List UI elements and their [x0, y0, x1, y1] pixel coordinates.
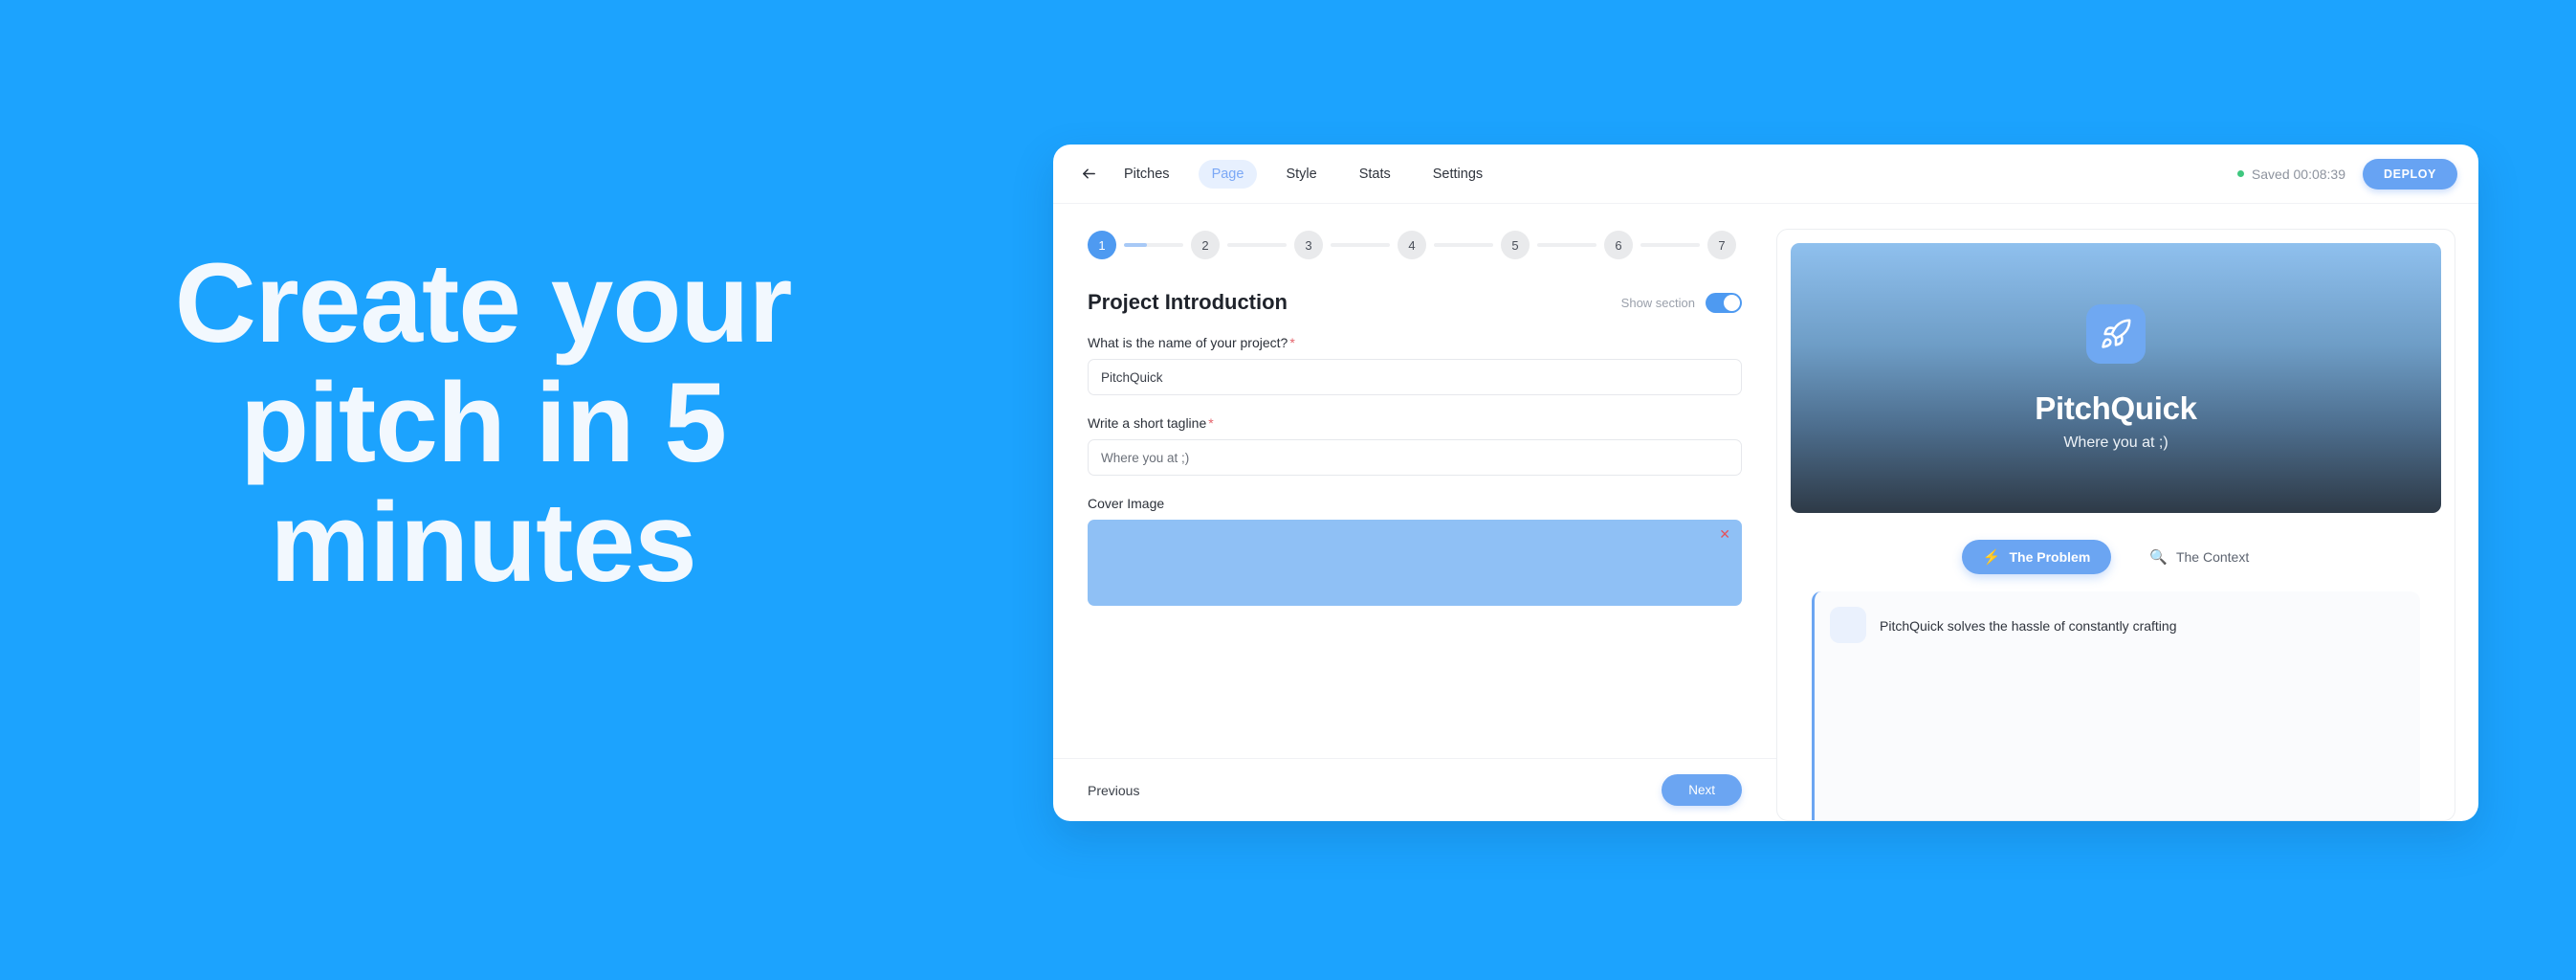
field-project-name: What is the name of your project? *: [1088, 335, 1742, 395]
step-7[interactable]: 7: [1707, 231, 1736, 259]
toggle-knob: [1724, 294, 1740, 311]
preview-body-text: PitchQuick solves the hassle of constant…: [1880, 618, 2177, 634]
saved-status-text: Saved 00:08:39: [2251, 166, 2345, 182]
preview-tagline: Where you at ;): [2063, 434, 2169, 451]
step-6[interactable]: 6: [1604, 231, 1633, 259]
breadcrumb-pitches[interactable]: Pitches: [1111, 160, 1183, 189]
preview-body-card: PitchQuick solves the hassle of constant…: [1812, 591, 2420, 820]
editor-panel: 1 2 3 4 5 6 7 Project Introduction Show …: [1053, 204, 1776, 821]
app-window: Pitches Page Style Stats Settings Saved …: [1053, 145, 2478, 821]
headline-line-3: minutes: [270, 479, 696, 607]
tab-page[interactable]: Page: [1198, 159, 1258, 189]
step-connector-5: [1537, 243, 1596, 247]
tab-style[interactable]: Style: [1272, 160, 1330, 189]
required-asterisk: *: [1289, 335, 1295, 350]
previous-button[interactable]: Previous: [1088, 783, 1139, 798]
field-tagline: Write a short tagline *: [1088, 415, 1742, 476]
required-asterisk: *: [1208, 415, 1214, 431]
saved-status: Saved 00:08:39: [2236, 166, 2345, 182]
editor-footer: Previous Next: [1053, 758, 1776, 821]
field-tagline-label: Write a short tagline *: [1088, 415, 1742, 431]
step-2[interactable]: 2: [1191, 231, 1220, 259]
preview-tab-the-problem[interactable]: ⚡ The Problem: [1961, 540, 2112, 574]
show-section-label: Show section: [1620, 295, 1695, 310]
preview-panel: PitchQuick Where you at ;) ⚡ The Problem…: [1776, 204, 2478, 821]
preview-title: PitchQuick: [2035, 390, 2197, 426]
cover-image-label: Cover Image: [1088, 496, 1165, 511]
headline-line-2: pitch in 5: [240, 360, 727, 487]
step-3[interactable]: 3: [1294, 231, 1323, 259]
field-cover-image: Cover Image ✕: [1088, 496, 1742, 606]
step-connector-1: [1124, 243, 1183, 247]
next-button[interactable]: Next: [1662, 774, 1742, 806]
deploy-button[interactable]: DEPLOY: [2363, 158, 2457, 189]
preview-card: PitchQuick Where you at ;) ⚡ The Problem…: [1776, 229, 2455, 821]
project-name-input[interactable]: [1088, 359, 1742, 395]
field-project-name-label-text: What is the name of your project?: [1088, 335, 1288, 350]
close-x-icon[interactable]: ✕: [1719, 527, 1730, 541]
page-title: Project Introduction: [1088, 290, 1288, 314]
preview-hero: PitchQuick Where you at ;): [1791, 243, 2441, 513]
section-header: Project Introduction Show section: [1088, 290, 1742, 315]
field-project-name-label: What is the name of your project? *: [1088, 335, 1742, 350]
magnifying-glass-icon: 🔍: [2149, 548, 2168, 566]
window-body: 1 2 3 4 5 6 7 Project Introduction Show …: [1053, 204, 2478, 821]
show-section-toggle[interactable]: [1706, 292, 1742, 313]
avatar: [1830, 607, 1866, 643]
step-5[interactable]: 5: [1501, 231, 1530, 259]
step-connector-6: [1640, 243, 1700, 247]
preview-tabs: ⚡ The Problem 🔍 The Context: [1791, 513, 2441, 591]
step-progress: 1 2 3 4 5 6 7: [1088, 231, 1742, 259]
marketing-headline: Create your pitch in 5 minutes: [0, 240, 966, 607]
preview-tab-the-problem-label: The Problem: [2009, 549, 2091, 565]
top-navigation-bar: Pitches Page Style Stats Settings Saved …: [1053, 145, 2478, 204]
saved-status-dot-icon: [2236, 170, 2244, 177]
step-connector-2: [1227, 243, 1287, 247]
editor-scroll-area[interactable]: 1 2 3 4 5 6 7 Project Introduction Show …: [1053, 204, 1776, 758]
step-connector-4: [1434, 243, 1493, 247]
tagline-input[interactable]: [1088, 439, 1742, 476]
headline-line-1: Create your: [174, 240, 793, 367]
tab-settings[interactable]: Settings: [1420, 160, 1496, 189]
preview-tab-the-context[interactable]: 🔍 The Context: [2128, 540, 2270, 574]
tab-stats[interactable]: Stats: [1346, 160, 1404, 189]
field-tagline-label-text: Write a short tagline: [1088, 415, 1207, 431]
step-4[interactable]: 4: [1398, 231, 1426, 259]
step-connector-3: [1331, 243, 1390, 247]
preview-tab-the-context-label: The Context: [2175, 549, 2250, 565]
arrow-left-icon[interactable]: [1076, 162, 1101, 187]
step-1[interactable]: 1: [1088, 231, 1116, 259]
rocket-icon: [2086, 304, 2146, 364]
lightning-bolt-icon: ⚡: [1982, 548, 2001, 566]
cover-image-preview[interactable]: ✕: [1088, 520, 1742, 606]
